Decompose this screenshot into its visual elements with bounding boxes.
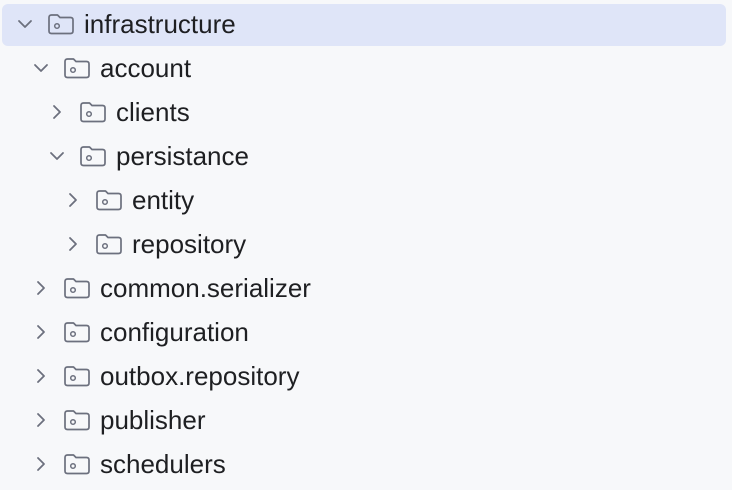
tree-node-publisher[interactable]: publisher <box>0 398 732 442</box>
chevron-right-icon[interactable] <box>32 367 50 385</box>
folder-icon <box>95 189 123 211</box>
chevron-down-icon[interactable] <box>48 147 66 165</box>
tree-node-outbox-repository[interactable]: outbox.repository <box>0 354 732 398</box>
tree-node-label: infrastructure <box>84 9 236 39</box>
folder-icon <box>95 233 123 255</box>
tree-node-label: persistance <box>116 141 249 171</box>
tree-node-label: entity <box>132 185 195 215</box>
tree-node-persistance[interactable]: persistance <box>0 134 732 178</box>
tree-node-common-serializer[interactable]: common.serializer <box>0 266 732 310</box>
folder-icon <box>63 277 91 299</box>
folder-icon <box>79 145 107 167</box>
folder-icon <box>47 13 75 35</box>
tree-node-account[interactable]: account <box>0 46 732 90</box>
chevron-down-icon[interactable] <box>16 15 34 33</box>
tree-node-configuration[interactable]: configuration <box>0 310 732 354</box>
chevron-down-icon[interactable] <box>32 59 50 77</box>
chevron-right-icon[interactable] <box>32 411 50 429</box>
tree-node-entity[interactable]: entity <box>0 178 732 222</box>
folder-icon <box>63 409 91 431</box>
tree-node-schedulers[interactable]: schedulers <box>0 442 732 486</box>
tree-node-label: configuration <box>100 317 249 347</box>
tree-node-label: schedulers <box>100 449 226 479</box>
tree-node-clients[interactable]: clients <box>0 90 732 134</box>
chevron-right-icon[interactable] <box>32 323 50 341</box>
tree-node-label: outbox.repository <box>100 361 300 391</box>
chevron-right-icon[interactable] <box>32 455 50 473</box>
tree-node-label: clients <box>116 97 190 127</box>
tree-node-repository[interactable]: repository <box>0 222 732 266</box>
tree-node-infrastructure[interactable]: infrastructure <box>0 2 732 46</box>
folder-icon <box>63 453 91 475</box>
folder-icon <box>63 365 91 387</box>
folder-icon <box>63 57 91 79</box>
tree-node-label: account <box>100 53 192 83</box>
chevron-right-icon[interactable] <box>32 279 50 297</box>
tree-node-label: common.serializer <box>100 273 311 303</box>
chevron-right-icon[interactable] <box>64 191 82 209</box>
chevron-right-icon[interactable] <box>64 235 82 253</box>
chevron-right-icon[interactable] <box>48 103 66 121</box>
folder-icon <box>79 101 107 123</box>
tree-node-label: repository <box>132 229 247 259</box>
project-tree: infrastructure account clients persistan… <box>0 0 732 490</box>
folder-icon <box>63 321 91 343</box>
tree-node-label: publisher <box>100 405 206 435</box>
